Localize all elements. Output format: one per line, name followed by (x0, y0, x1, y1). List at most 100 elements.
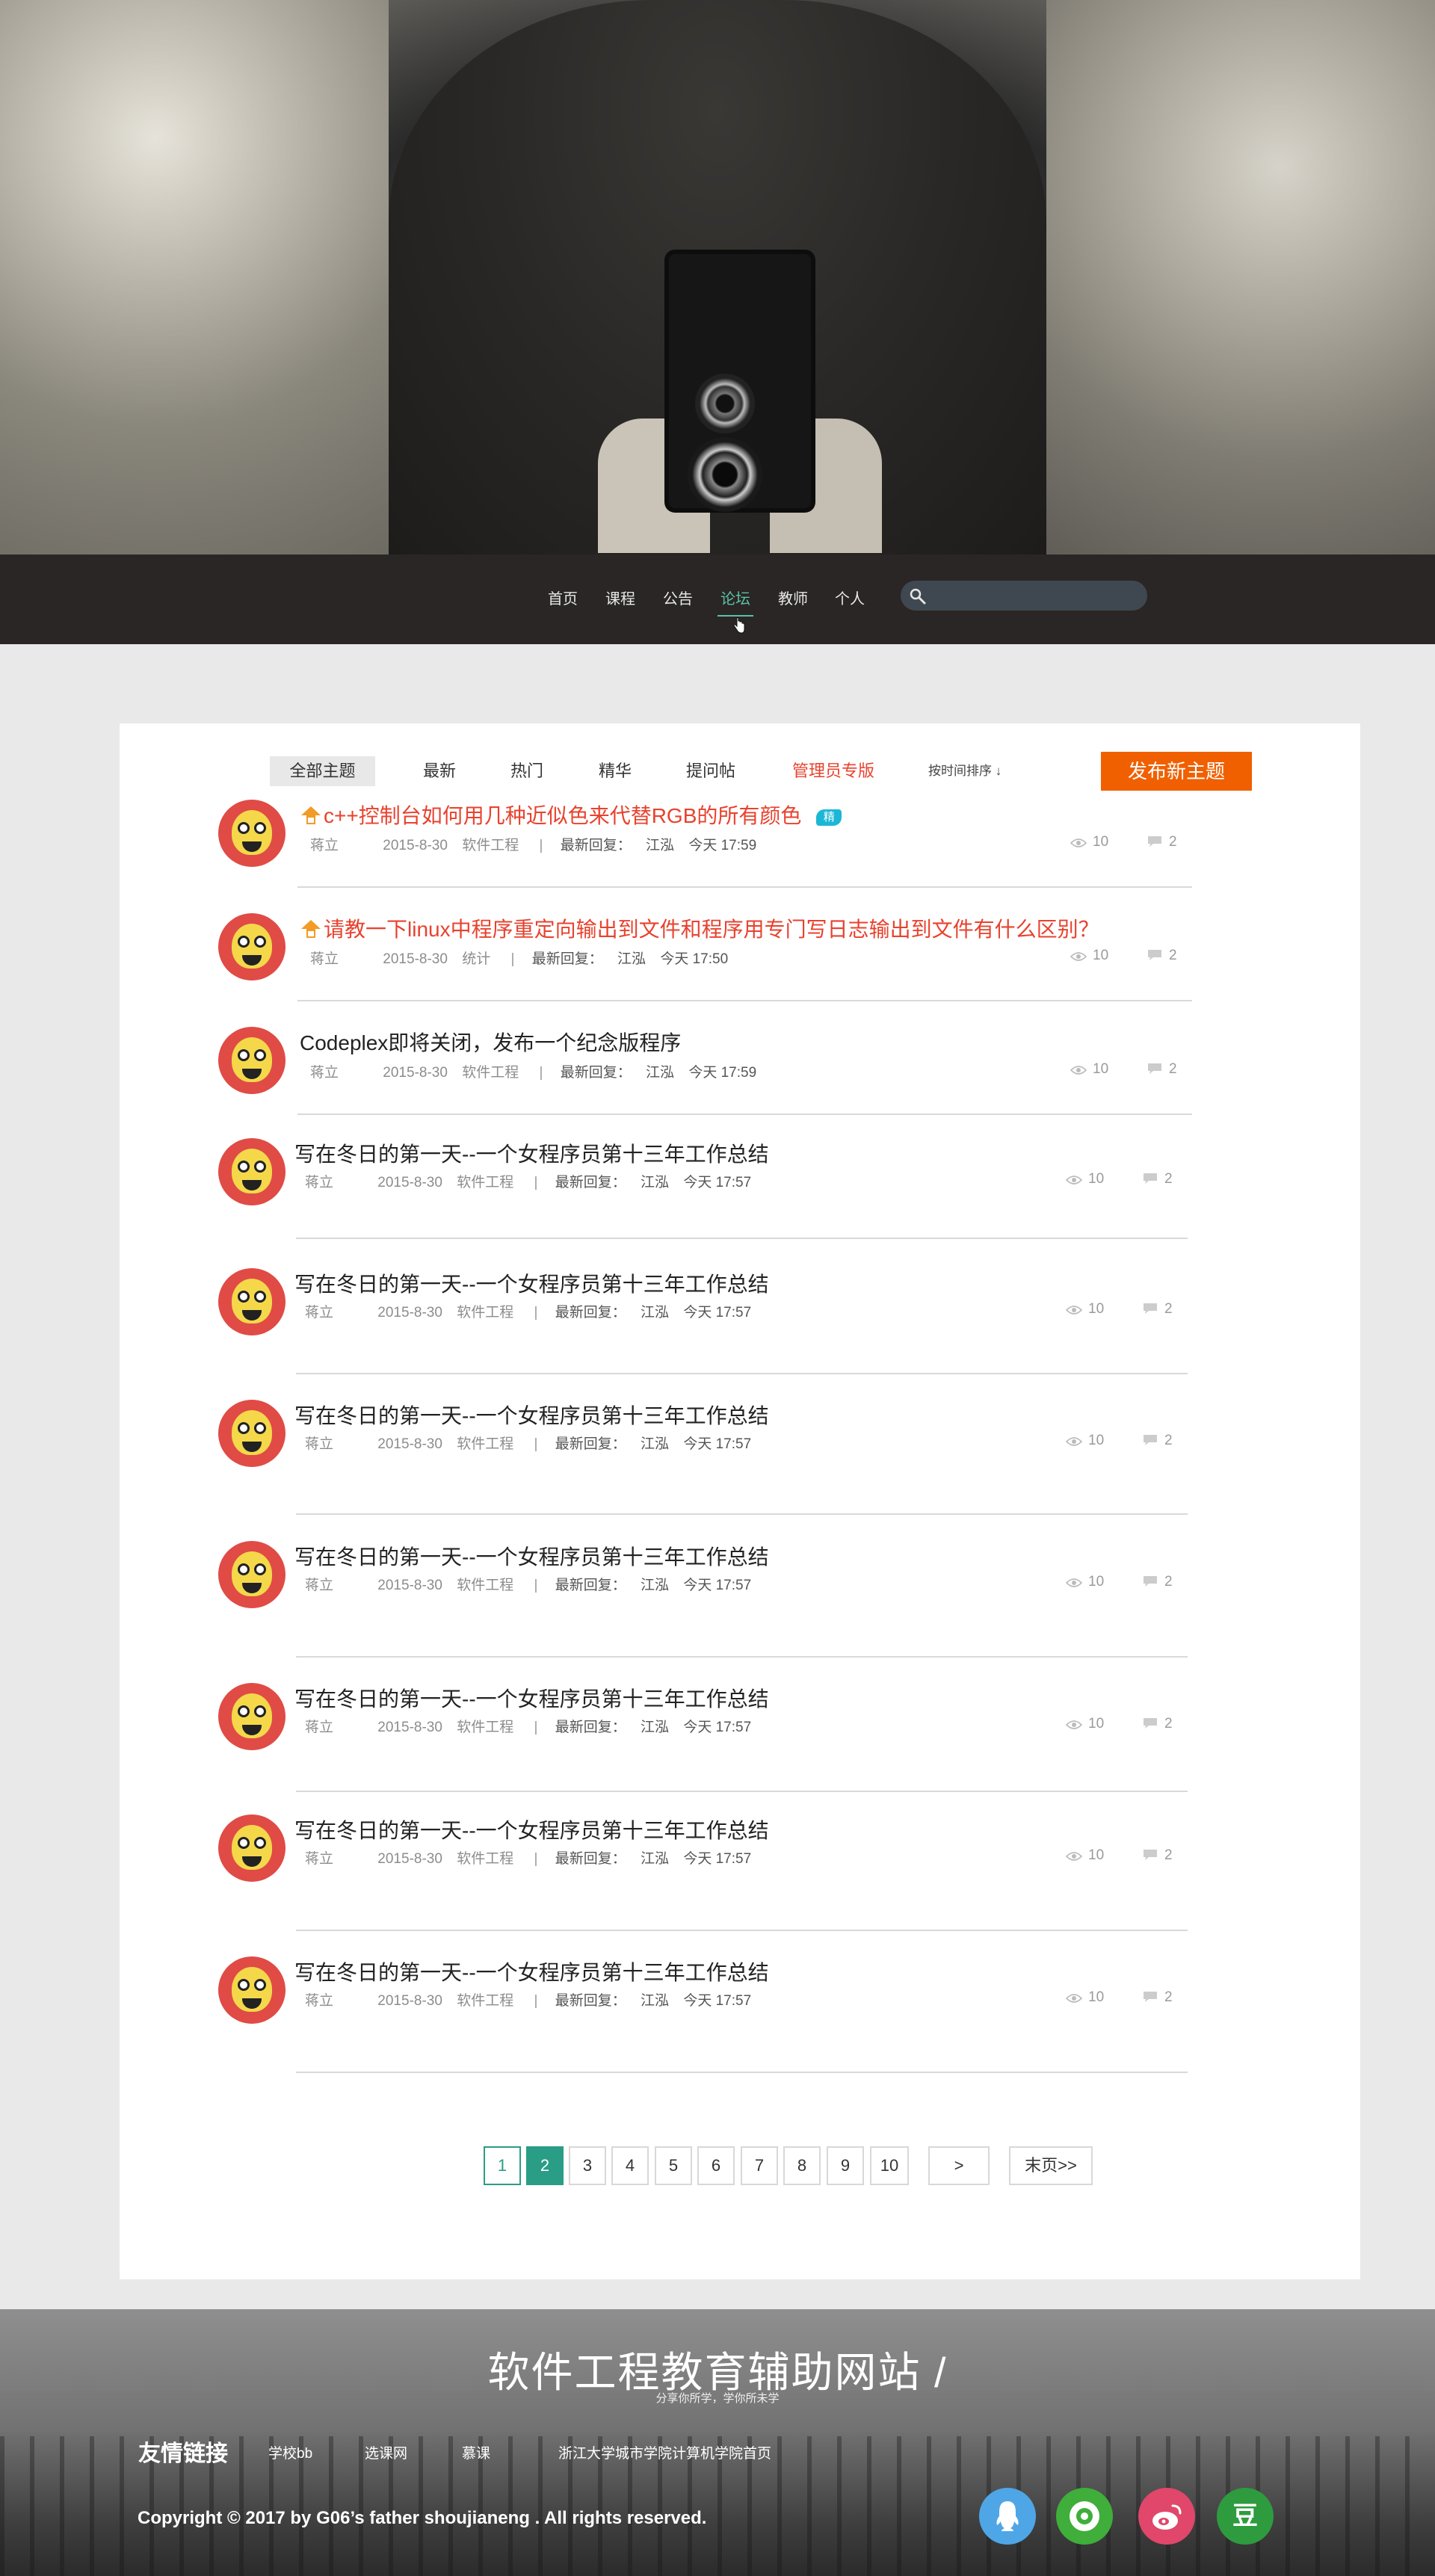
last-reply-user[interactable]: 江泓 (641, 1436, 669, 1452)
post-category[interactable]: 软件工程 (457, 1993, 513, 2009)
post-divider (296, 1513, 1188, 1515)
tab-hot[interactable]: 热门 (510, 756, 543, 786)
author-avatar[interactable] (218, 1814, 286, 1882)
nav-item-courses[interactable]: 课程 (605, 584, 635, 614)
new-topic-button[interactable]: 发布新主题 (1101, 752, 1252, 791)
post-author[interactable]: 蒋立 (305, 1851, 333, 1867)
qq-share-button[interactable] (979, 2488, 1036, 2545)
page-3-button[interactable]: 3 (569, 2146, 606, 2185)
footer-link-course-selection[interactable]: 选课网 (365, 2442, 407, 2462)
author-avatar[interactable] (218, 1027, 286, 1094)
tab-questions[interactable]: 提问帖 (686, 756, 735, 786)
comment-icon (1144, 1850, 1157, 1860)
last-reply-time: 今天 17:57 (683, 1851, 752, 1867)
last-page-button[interactable]: 末页>> (1009, 2146, 1093, 2185)
post-author[interactable]: 蒋立 (310, 838, 339, 853)
site-footer: 软件工程教育辅助网站 / 分享你所学，学你所未学 友情链接 学校bb 选课网 慕… (0, 2309, 1435, 2576)
page-8-button[interactable]: 8 (783, 2146, 821, 2185)
post-category[interactable]: 软件工程 (457, 1720, 513, 1735)
post-author[interactable]: 蒋立 (305, 1720, 333, 1735)
reply-count: 2 (1164, 1301, 1173, 1317)
post-title[interactable]: 写在冬日的第一天--一个女程序员第十三年工作总结 (294, 1541, 769, 1571)
post-category[interactable]: 软件工程 (457, 1436, 513, 1452)
page-2-button[interactable]: 2 (526, 2146, 564, 2185)
page-10-button[interactable]: 10 (870, 2146, 909, 2185)
post-title[interactable]: 写在冬日的第一天--一个女程序员第十三年工作总结 (294, 1683, 769, 1713)
wechat-moments-share-button[interactable] (1056, 2488, 1113, 2545)
last-reply-user[interactable]: 江泓 (646, 1065, 674, 1081)
next-page-button[interactable]: > (928, 2146, 990, 2185)
post-author[interactable]: 蒋立 (305, 1305, 333, 1321)
post-title[interactable]: Codeplex即将关闭，发布一个纪念版程序 (300, 1027, 681, 1057)
post-title[interactable]: 请教一下linux中程序重定向输出到文件和程序用专门写日志输出到文件有什么区别？ (300, 913, 1099, 943)
author-avatar[interactable] (218, 1400, 286, 1467)
page-5-button[interactable]: 5 (655, 2146, 692, 2185)
post-title[interactable]: 写在冬日的第一天--一个女程序员第十三年工作总结 (294, 1956, 769, 1986)
post-replies: 2 (1142, 1171, 1173, 1187)
nav-item-personal[interactable]: 个人 (835, 584, 865, 614)
nav-item-announcements[interactable]: 公告 (663, 584, 693, 614)
post-title-text: 写在冬日的第一天--一个女程序员第十三年工作总结 (294, 1273, 769, 1296)
post-views: 10 (1065, 1574, 1104, 1590)
last-reply-user[interactable]: 江泓 (641, 1578, 669, 1593)
author-avatar[interactable] (218, 1541, 286, 1608)
author-avatar[interactable] (218, 1268, 286, 1335)
post-category[interactable]: 统计 (462, 951, 490, 967)
nav-item-home[interactable]: 首页 (548, 584, 578, 614)
post-title[interactable]: 写在冬日的第一天--一个女程序员第十三年工作总结 (294, 1138, 769, 1168)
footer-link-mooc[interactable]: 慕课 (462, 2442, 490, 2462)
post-category[interactable]: 软件工程 (457, 1578, 513, 1593)
post-author[interactable]: 蒋立 (305, 1578, 333, 1593)
last-reply-user[interactable]: 江泓 (641, 1305, 669, 1321)
search-input[interactable] (933, 584, 1135, 608)
last-reply-user[interactable]: 江泓 (641, 1720, 669, 1735)
footer-link-cs-college-home[interactable]: 浙江大学城市学院计算机学院首页 (558, 2442, 771, 2462)
page-1-button[interactable]: 1 (484, 2146, 521, 2185)
author-avatar[interactable] (218, 1956, 286, 2024)
post-category[interactable]: 软件工程 (457, 1175, 513, 1190)
tab-featured[interactable]: 精华 (599, 756, 632, 786)
hand-cursor-icon (733, 617, 745, 634)
tab-admin-board[interactable]: 管理员专版 (792, 756, 874, 786)
page-7-button[interactable]: 7 (741, 2146, 778, 2185)
nav-item-teachers[interactable]: 教师 (778, 584, 808, 614)
tab-all-topics[interactable]: 全部主题 (270, 756, 375, 786)
post-category[interactable]: 软件工程 (462, 1065, 519, 1081)
last-reply-user[interactable]: 江泓 (646, 838, 674, 853)
post-author[interactable]: 蒋立 (305, 1436, 333, 1452)
search-icon[interactable] (909, 587, 927, 605)
last-reply-user[interactable]: 江泓 (641, 1993, 669, 2009)
nav-item-forum[interactable]: 论坛 (720, 584, 750, 614)
author-avatar[interactable] (218, 1683, 286, 1750)
last-reply-user[interactable]: 江泓 (641, 1851, 669, 1867)
post-category[interactable]: 软件工程 (457, 1305, 513, 1321)
last-reply-label: 最新回复： (555, 1851, 626, 1867)
post-title[interactable]: 写在冬日的第一天--一个女程序员第十三年工作总结 (294, 1400, 769, 1430)
last-reply-user[interactable]: 江泓 (617, 951, 646, 967)
post-author[interactable]: 蒋立 (305, 1993, 333, 2009)
douban-share-button[interactable]: 豆 (1217, 2488, 1274, 2545)
tab-latest[interactable]: 最新 (423, 756, 456, 786)
page-9-button[interactable]: 9 (827, 2146, 864, 2185)
post-author[interactable]: 蒋立 (310, 951, 339, 967)
author-avatar[interactable] (218, 913, 286, 980)
last-reply-user[interactable]: 江泓 (641, 1175, 669, 1190)
post-category[interactable]: 软件工程 (462, 838, 519, 853)
weibo-share-button[interactable] (1138, 2488, 1195, 2545)
page-6-button[interactable]: 6 (697, 2146, 735, 2185)
post-title[interactable]: 写在冬日的第一天--一个女程序员第十三年工作总结 (294, 1268, 769, 1298)
post-author[interactable]: 蒋立 (305, 1175, 333, 1190)
author-avatar[interactable] (218, 1138, 286, 1205)
forum-panel: 全部主题 最新 热门 精华 提问帖 管理员专版 按时间排序 ↓ 发布新主题 c+… (120, 723, 1360, 2279)
post-category[interactable]: 软件工程 (457, 1851, 513, 1867)
comment-icon (1144, 1992, 1157, 2002)
footer-link-school-bb[interactable]: 学校bb (268, 2442, 312, 2462)
post-title[interactable]: 写在冬日的第一天--一个女程序员第十三年工作总结 (294, 1814, 769, 1844)
meta-separator: | (534, 1305, 538, 1321)
author-avatar[interactable] (218, 800, 286, 867)
meta-separator: | (534, 1175, 538, 1190)
post-author[interactable]: 蒋立 (310, 1065, 339, 1081)
post-title[interactable]: c++控制台如何用几种近似色来代替RGB的所有颜色精 (300, 800, 842, 830)
sort-by-time-dropdown[interactable]: 按时间排序 ↓ (928, 756, 1002, 786)
page-4-button[interactable]: 4 (611, 2146, 649, 2185)
